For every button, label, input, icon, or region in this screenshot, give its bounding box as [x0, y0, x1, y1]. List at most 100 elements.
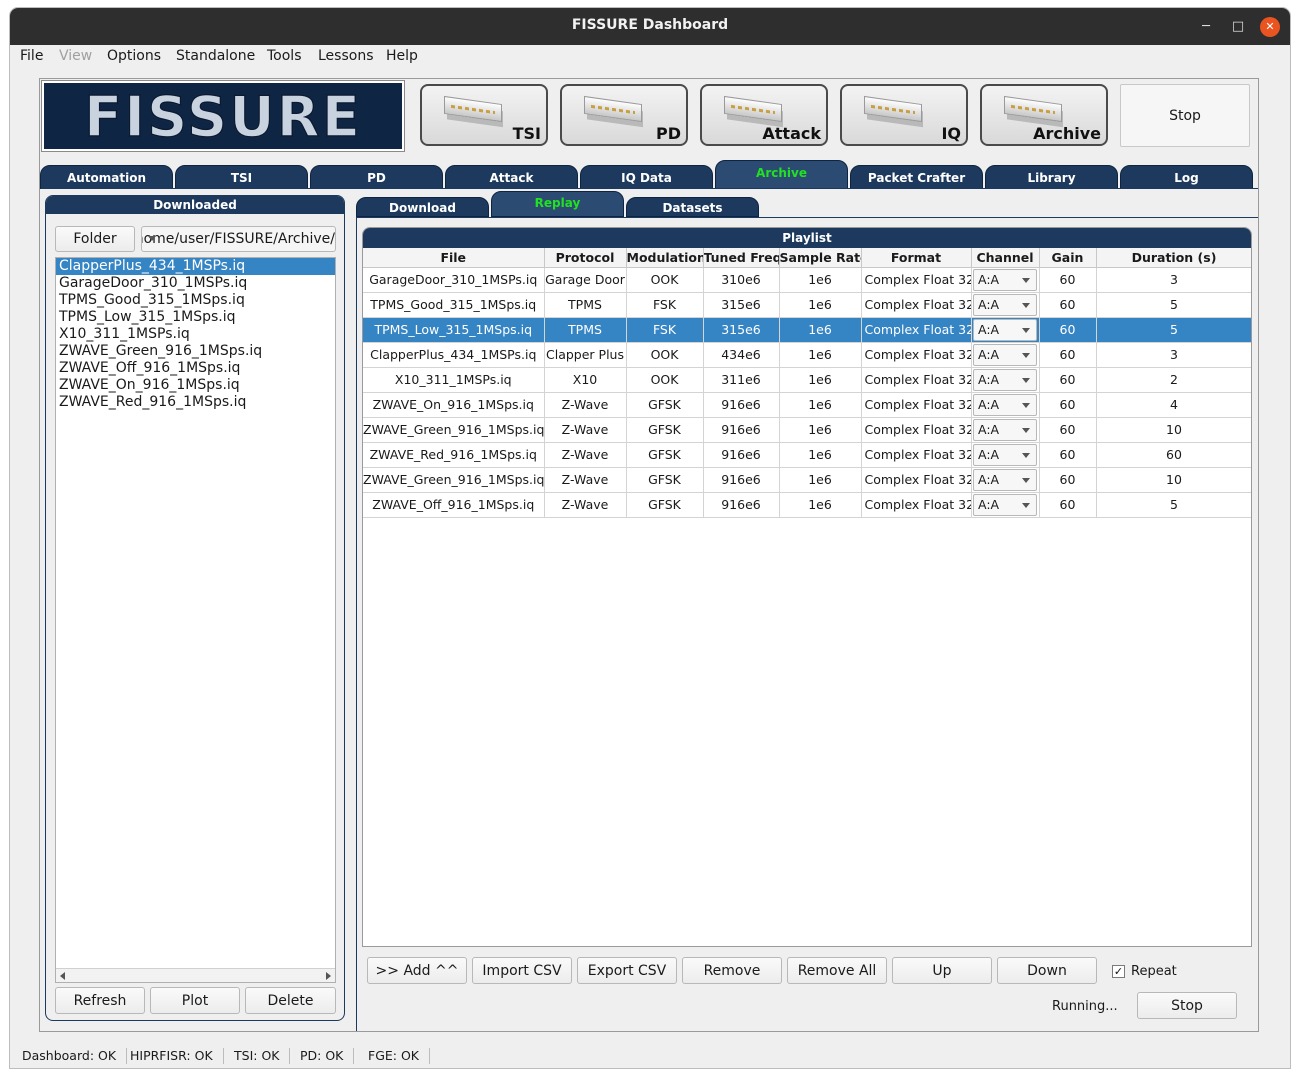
channel-dropdown[interactable]: A:A [973, 393, 1037, 416]
table-cell[interactable]: 1e6 [779, 417, 862, 443]
import-csv-button[interactable]: Import CSV [472, 957, 572, 984]
table-cell[interactable]: 1e6 [779, 342, 862, 368]
table-cell[interactable]: Clapper Plus [544, 342, 627, 368]
table-cell[interactable]: 916e6 [703, 467, 780, 493]
scroll-left-icon[interactable] [60, 972, 65, 980]
table-cell[interactable]: 916e6 [703, 442, 780, 468]
tab-attack[interactable]: Attack [445, 165, 578, 189]
table-cell[interactable]: GFSK [626, 442, 704, 468]
channel-dropdown[interactable]: A:A [973, 268, 1037, 291]
table-cell[interactable]: TPMS_Low_315_1MSps.iq [363, 317, 545, 343]
table-cell[interactable]: 60 [1096, 442, 1251, 468]
table-cell[interactable]: 60 [1039, 267, 1097, 293]
table-cell[interactable]: GFSK [626, 417, 704, 443]
tab-library[interactable]: Library [985, 165, 1118, 189]
tab-archive[interactable]: Archive [715, 160, 848, 189]
tab-iq-data[interactable]: IQ Data [580, 165, 713, 189]
table-cell[interactable]: Z-Wave [544, 467, 627, 493]
close-icon[interactable]: ✕ [1260, 17, 1280, 37]
add-button[interactable]: >> Add ^^ [367, 957, 467, 984]
table-row[interactable]: ZWAVE_Green_916_1MSps.iq Z-Wave GFSK 916e6 1… [363, 417, 1251, 443]
table-cell[interactable]: 60 [1039, 442, 1097, 468]
channel-dropdown[interactable]: A:A [973, 468, 1037, 491]
repeat-checkbox[interactable]: ✓ [1112, 965, 1125, 978]
table-cell[interactable]: 916e6 [703, 417, 780, 443]
remove-button[interactable]: Remove [682, 957, 782, 984]
maximize-icon[interactable]: □ [1228, 17, 1248, 37]
table-cell[interactable]: 60 [1039, 467, 1097, 493]
table-cell[interactable]: 315e6 [703, 292, 780, 318]
table-cell[interactable]: 60 [1039, 342, 1097, 368]
channel-dropdown[interactable]: A:A [973, 293, 1037, 316]
column-header[interactable]: Tuned Freq. [703, 248, 780, 268]
table-cell[interactable]: Complex Float 32 [861, 267, 972, 293]
table-cell[interactable]: X10 [544, 367, 627, 393]
channel-dropdown[interactable]: A:A [973, 443, 1037, 466]
table-cell[interactable]: GarageDoor_310_1MSPs.iq [363, 267, 545, 293]
list-item[interactable]: ZWAVE_Red_916_1MSps.iq [56, 394, 335, 411]
table-cell[interactable]: 10 [1096, 417, 1251, 443]
delete-button[interactable]: Delete [245, 987, 336, 1014]
stop-all-button[interactable]: Stop [1120, 84, 1250, 147]
table-cell[interactable]: 60 [1039, 292, 1097, 318]
menu-help[interactable]: Help [386, 48, 418, 64]
downloaded-file-list[interactable]: ClapperPlus_434_1MSPs.iq GarageDoor_310_1… [55, 257, 336, 983]
channel-dropdown[interactable]: A:A [973, 493, 1037, 516]
plot-button[interactable]: Plot [150, 987, 240, 1014]
down-button[interactable]: Down [997, 957, 1097, 984]
channel-cell[interactable]: A:A [971, 267, 1040, 293]
column-header[interactable]: Gain [1039, 248, 1097, 268]
table-cell[interactable]: Garage Door [544, 267, 627, 293]
menu-view[interactable]: View [59, 48, 92, 64]
column-header[interactable]: Channel [971, 248, 1040, 268]
table-cell[interactable]: Z-Wave [544, 492, 627, 518]
table-cell[interactable]: Z-Wave [544, 392, 627, 418]
table-row[interactable]: ZWAVE_Off_916_1MSps.iq Z-Wave GFSK 916e6 1e6… [363, 492, 1251, 518]
tab-pd[interactable]: PD [310, 165, 443, 189]
table-row[interactable]: X10_311_1MSPs.iq X10 OOK 311e6 1e6 Complex Fl… [363, 367, 1251, 393]
channel-cell[interactable]: A:A [971, 417, 1040, 443]
table-cell[interactable]: 1e6 [779, 392, 862, 418]
channel-cell[interactable]: A:A [971, 467, 1040, 493]
column-header[interactable]: Duration (s) [1096, 248, 1251, 268]
horizontal-scrollbar[interactable] [56, 968, 335, 982]
table-cell[interactable]: Complex Float 32 [861, 467, 972, 493]
list-item[interactable]: TPMS_Good_315_1MSps.iq [56, 292, 335, 309]
list-item[interactable]: ZWAVE_On_916_1MSps.iq [56, 377, 335, 394]
table-cell[interactable]: 916e6 [703, 392, 780, 418]
export-csv-button[interactable]: Export CSV [577, 957, 677, 984]
table-cell[interactable]: 60 [1039, 492, 1097, 518]
table-cell[interactable]: FSK [626, 317, 704, 343]
refresh-button[interactable]: Refresh [55, 987, 145, 1014]
iq-hardware-button[interactable]: IQ [840, 84, 968, 146]
table-cell[interactable]: 1e6 [779, 492, 862, 518]
pd-hardware-button[interactable]: PD [560, 84, 688, 146]
channel-cell[interactable]: A:A [971, 392, 1040, 418]
table-cell[interactable]: ZWAVE_Red_916_1MSps.iq [363, 442, 545, 468]
table-cell[interactable]: ZWAVE_Green_916_1MSps.iq [363, 467, 545, 493]
archive-hardware-button[interactable]: Archive [980, 84, 1108, 146]
table-cell[interactable]: GFSK [626, 392, 704, 418]
table-row[interactable]: TPMS_Good_315_1MSps.iq TPMS FSK 315e6 1e6 Com… [363, 292, 1251, 318]
table-row[interactable]: GarageDoor_310_1MSPs.iq Garage Door OOK 310… [363, 267, 1251, 293]
table-row[interactable]: ZWAVE_Red_916_1MSps.iq Z-Wave GFSK 916e6 1e6… [363, 442, 1251, 468]
table-cell[interactable]: 434e6 [703, 342, 780, 368]
table-row[interactable]: ZWAVE_Green_916_1MSps.iq Z-Wave GFSK 916e6 1… [363, 467, 1251, 493]
table-cell[interactable]: Complex Float 32 [861, 442, 972, 468]
subtab-replay[interactable]: Replay [491, 191, 624, 217]
folder-path-dropdown[interactable]: /home/user/FISSURE/Archive [141, 226, 336, 252]
channel-cell[interactable]: A:A [971, 442, 1040, 468]
replay-stop-button[interactable]: Stop [1137, 992, 1237, 1019]
table-row[interactable]: ZWAVE_On_916_1MSps.iq Z-Wave GFSK 916e6 1e6 C… [363, 392, 1251, 418]
table-cell[interactable]: 1e6 [779, 467, 862, 493]
table-cell[interactable]: OOK [626, 367, 704, 393]
channel-dropdown[interactable]: A:A [973, 418, 1037, 441]
scroll-right-icon[interactable] [326, 972, 331, 980]
table-cell[interactable]: OOK [626, 267, 704, 293]
remove-all-button[interactable]: Remove All [787, 957, 887, 984]
column-header[interactable]: Format [861, 248, 972, 268]
table-cell[interactable]: 60 [1039, 392, 1097, 418]
table-cell[interactable]: TPMS [544, 317, 627, 343]
table-cell[interactable]: 311e6 [703, 367, 780, 393]
table-cell[interactable]: GFSK [626, 492, 704, 518]
